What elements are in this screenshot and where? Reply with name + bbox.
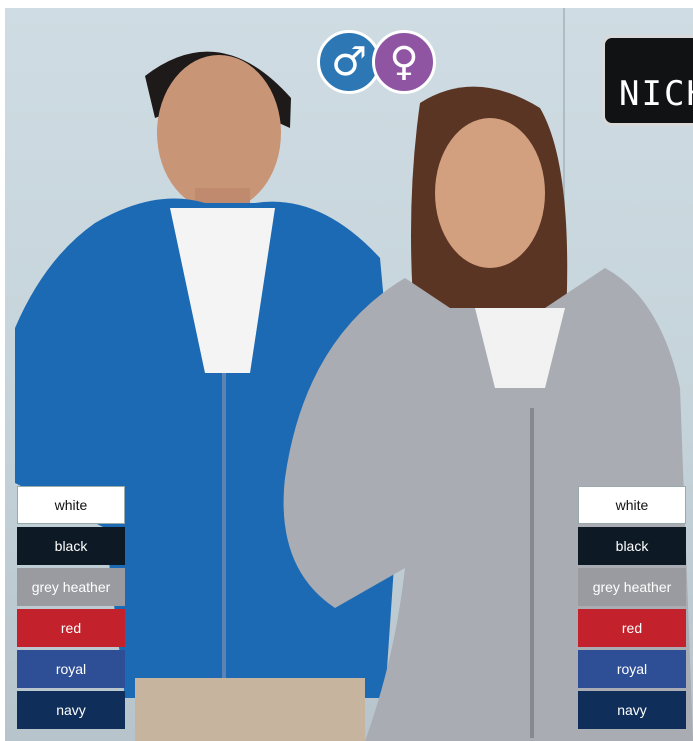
color-swatch-black[interactable]: black <box>17 527 125 565</box>
brand-logo: NICH <box>602 35 693 126</box>
color-swatch-navy[interactable]: navy <box>17 691 125 729</box>
color-swatch-black[interactable]: black <box>578 527 686 565</box>
color-swatch-white[interactable]: white <box>17 486 125 524</box>
color-swatch-royal[interactable]: royal <box>578 650 686 688</box>
color-swatch-grey-heather[interactable]: grey heather <box>578 568 686 606</box>
female-icon: ♀ <box>372 30 436 94</box>
color-swatch-grey-heather[interactable]: grey heather <box>17 568 125 606</box>
color-swatch-white[interactable]: white <box>578 486 686 524</box>
color-swatch-list-right: white black grey heather red royal navy <box>578 486 686 732</box>
color-swatch-royal[interactable]: royal <box>17 650 125 688</box>
color-swatch-red[interactable]: red <box>17 609 125 647</box>
color-swatch-list-left: white black grey heather red royal navy <box>17 486 125 732</box>
color-swatch-navy[interactable]: navy <box>578 691 686 729</box>
logo-text: NICH <box>619 74 693 114</box>
color-swatch-red[interactable]: red <box>578 609 686 647</box>
